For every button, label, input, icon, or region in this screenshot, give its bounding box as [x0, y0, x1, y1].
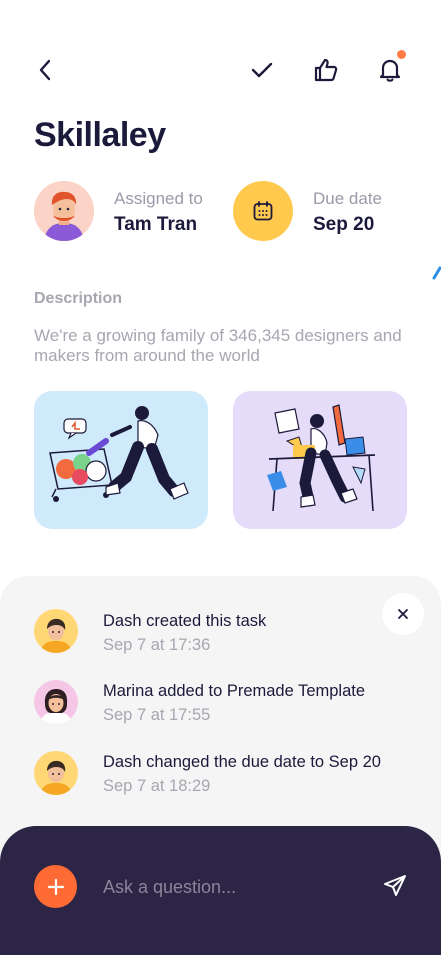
- description-heading: Description: [34, 290, 123, 307]
- add-attachment-button[interactable]: [34, 865, 77, 908]
- avatar-illustration: [34, 181, 94, 241]
- activity-text: Marina added to Premade Template: [103, 682, 366, 700]
- due-date-label: Due date: [313, 189, 382, 208]
- activity-avatar-marina: [34, 680, 78, 724]
- task-title: Skillaley: [34, 116, 166, 154]
- top-bar: [0, 0, 441, 110]
- avatar-illustration: [34, 609, 78, 653]
- assignee-name[interactable]: Tam Tran: [114, 214, 197, 236]
- avatar-illustration: [34, 751, 78, 795]
- calendar-icon: [253, 201, 273, 221]
- activity-avatar-dash: [34, 751, 78, 795]
- activity-time: Sep 7 at 18:29: [103, 777, 211, 795]
- check-icon: [251, 62, 273, 78]
- attachment-card-2[interactable]: [233, 391, 407, 529]
- decorative-stroke: [432, 266, 441, 280]
- activity-text: Dash changed the due date to Sep 20: [103, 753, 381, 771]
- activity-avatar-dash: [34, 609, 78, 653]
- like-button[interactable]: [312, 56, 340, 84]
- bell-icon: [379, 59, 401, 82]
- chevron-left-icon: [39, 59, 51, 81]
- send-button[interactable]: [380, 871, 410, 901]
- description-text: We're a growing family of 346,345 design…: [34, 326, 402, 365]
- complete-button[interactable]: [248, 56, 276, 84]
- assigned-label: Assigned to: [114, 189, 203, 208]
- close-activity-button[interactable]: [382, 593, 424, 635]
- due-date-icon-button[interactable]: [233, 181, 293, 241]
- designer-desk-illustration: [267, 404, 376, 512]
- activity-time: Sep 7 at 17:36: [103, 636, 211, 654]
- shopping-cart-illustration: [49, 406, 189, 502]
- plus-icon: [47, 878, 64, 895]
- activity-text: Dash created this task: [103, 612, 267, 630]
- due-date-value[interactable]: Sep 20: [313, 214, 374, 236]
- back-button[interactable]: [31, 56, 59, 84]
- attachment-card-1[interactable]: [34, 391, 208, 529]
- activity-time: Sep 7 at 17:55: [103, 706, 211, 724]
- assignee-avatar[interactable]: [34, 181, 94, 241]
- close-icon: [398, 609, 408, 619]
- send-icon: [384, 875, 406, 896]
- avatar-illustration: [34, 680, 78, 724]
- notification-dot: [397, 50, 406, 59]
- thumbs-up-icon: [314, 58, 338, 82]
- question-input[interactable]: [103, 872, 353, 902]
- notifications-button[interactable]: [376, 56, 404, 84]
